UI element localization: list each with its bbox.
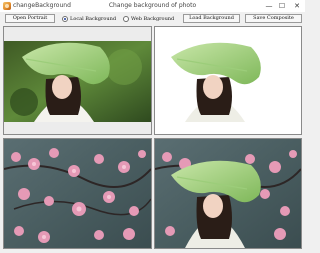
background-image bbox=[4, 139, 151, 248]
cutout-portrait-panel bbox=[154, 26, 302, 135]
title-bar: changeBackground Change background of ph… bbox=[0, 0, 305, 12]
local-background-radio[interactable]: Local Background bbox=[62, 14, 116, 23]
composite-image bbox=[155, 139, 301, 248]
local-background-radio-indicator[interactable] bbox=[62, 15, 68, 22]
maximize-icon[interactable]: ☐ bbox=[277, 1, 287, 11]
window-title: Change background of photo bbox=[108, 2, 197, 9]
close-icon[interactable]: ✕ bbox=[292, 1, 302, 11]
composite-image-panel bbox=[154, 138, 302, 249]
web-background-radio-label: Web Background bbox=[131, 15, 175, 22]
background-image-panel bbox=[3, 138, 152, 249]
minimize-icon[interactable]: — bbox=[264, 1, 274, 11]
open-portrait-button[interactable]: Open Portrait bbox=[5, 14, 55, 23]
cutout-portrait-image bbox=[155, 27, 301, 134]
web-background-radio-indicator[interactable] bbox=[123, 15, 129, 22]
original-portrait-panel bbox=[3, 26, 152, 135]
web-background-radio[interactable]: Web Background bbox=[123, 14, 174, 23]
original-portrait-image bbox=[4, 41, 151, 122]
save-composite-button[interactable]: Save Composite bbox=[245, 14, 302, 23]
load-background-button[interactable]: Load Background bbox=[183, 14, 240, 23]
local-background-radio-label: Local Background bbox=[70, 15, 117, 22]
